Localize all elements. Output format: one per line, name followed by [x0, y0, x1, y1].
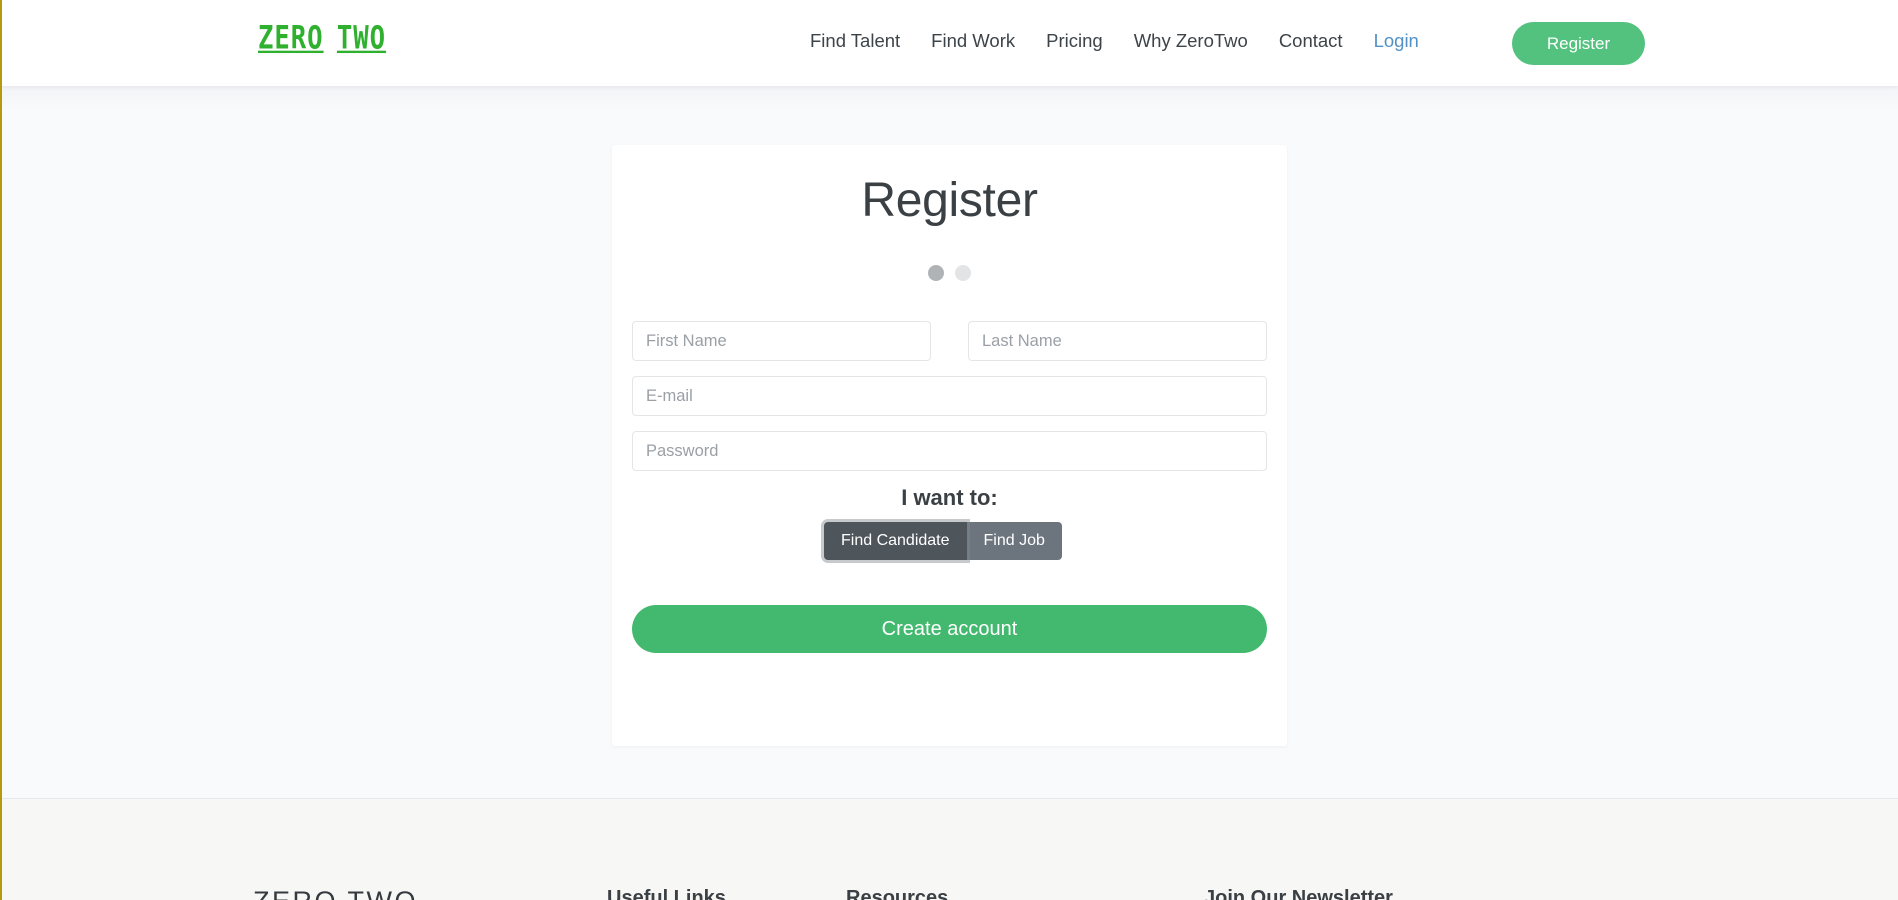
login-link[interactable]: Login: [1374, 24, 1419, 58]
viewport-left-edge-artifact: [0, 0, 2, 900]
site-footer: ZERO TWO Useful Links Resources Join Our…: [0, 798, 1898, 900]
name-field-row: [632, 321, 1267, 361]
brand-logo-word-one: ZERO: [258, 20, 324, 57]
brand-logo[interactable]: ZERO TWO: [258, 20, 386, 57]
last-name-input[interactable]: [968, 321, 1267, 361]
create-account-button[interactable]: Create account: [632, 605, 1267, 653]
first-name-input[interactable]: [632, 321, 931, 361]
intent-label: I want to:: [901, 485, 998, 510]
register-form: I want to: Find Candidate Find Job Creat…: [632, 321, 1267, 653]
step-dot-2[interactable]: [955, 265, 971, 281]
nav-item-why-zerotwo[interactable]: Why ZeroTwo: [1134, 24, 1248, 58]
footer-heading-resources: Resources: [846, 887, 949, 900]
register-button[interactable]: Register: [1512, 22, 1645, 65]
brand-logo-word-two: TWO: [336, 20, 387, 57]
page-body: Register I want to: Find Candidate Find …: [0, 86, 1898, 798]
step-dot-1[interactable]: [928, 265, 944, 281]
footer-heading-useful-links: Useful Links: [607, 887, 726, 900]
email-input[interactable]: [632, 376, 1267, 416]
page-title: Register: [861, 174, 1038, 227]
main-navigation: Find Talent Find Work Pricing Why ZeroTw…: [810, 24, 1419, 58]
nav-item-find-talent[interactable]: Find Talent: [810, 24, 900, 58]
intent-toggle-group: Find Candidate Find Job: [824, 522, 1075, 560]
nav-item-find-work[interactable]: Find Work: [931, 24, 1015, 58]
footer-brand: ZERO TWO: [253, 886, 418, 900]
intent-option-find-candidate[interactable]: Find Candidate: [824, 522, 967, 560]
footer-heading-newsletter: Join Our Newsletter: [1204, 887, 1393, 900]
password-input[interactable]: [632, 431, 1267, 471]
intent-option-find-job[interactable]: Find Job: [966, 522, 1062, 560]
nav-item-pricing[interactable]: Pricing: [1046, 24, 1103, 58]
register-card: Register I want to: Find Candidate Find …: [612, 145, 1287, 746]
nav-item-contact[interactable]: Contact: [1279, 24, 1343, 58]
step-indicator: [612, 265, 1287, 281]
site-header: ZERO TWO Find Talent Find Work Pricing Wh…: [0, 0, 1898, 86]
